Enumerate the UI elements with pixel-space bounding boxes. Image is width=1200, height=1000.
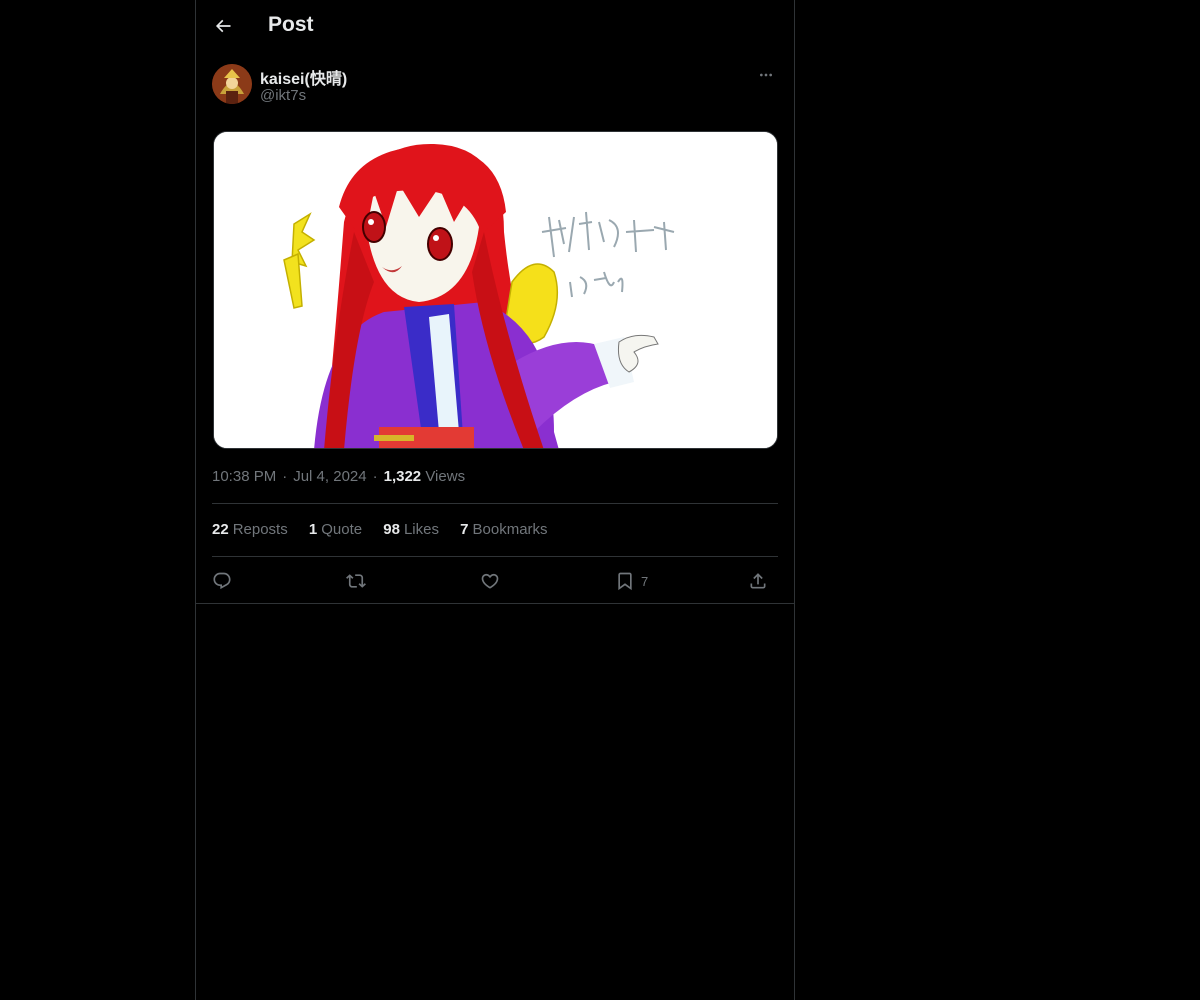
author-name[interactable]: kaisei(快晴) [260, 65, 347, 89]
divider [196, 603, 794, 604]
page-title: Post [268, 13, 314, 36]
quotes-label: Quote [321, 521, 363, 538]
back-button[interactable] [208, 11, 238, 41]
reposts-label: Reposts [232, 521, 288, 538]
bookmarks-stat[interactable]: 7 Bookmarks [460, 521, 547, 538]
author-handle[interactable]: @ikt7s [260, 87, 306, 104]
bookmark-button[interactable]: 7 [615, 566, 648, 596]
more-icon [760, 73, 772, 77]
bookmark-count: 7 [641, 573, 649, 589]
divider [212, 556, 778, 557]
views-label: Views [425, 468, 466, 485]
post-column: Post kaisei(快晴) @ikt7s 10:38 PM · Jul 4,… [195, 0, 795, 1000]
back-arrow-icon [215, 19, 231, 33]
post-image[interactable] [213, 131, 778, 449]
divider [212, 503, 778, 504]
illustration [214, 132, 777, 448]
quotes-count: 1 [308, 521, 318, 538]
post-stats: 22 Reposts 1 Quote 98 Likes 7 Bookmarks [212, 521, 565, 538]
separator: · [372, 468, 378, 485]
quotes-stat[interactable]: 1 Quote [309, 521, 362, 538]
bookmarks-count: 7 [460, 521, 469, 538]
separator: · [282, 468, 288, 485]
likes-label: Likes [403, 521, 439, 538]
share-icon [750, 573, 766, 589]
bookmarks-label: Bookmarks [472, 521, 548, 538]
likes-stat[interactable]: 98 Likes [383, 521, 439, 538]
header: Post [196, 0, 794, 53]
post-author: kaisei(快晴) @ikt7s [212, 64, 778, 108]
repost-icon [346, 574, 366, 588]
like-button[interactable] [480, 566, 500, 596]
reply-icon [213, 572, 231, 590]
action-bar: 7 [212, 566, 778, 598]
like-icon [481, 573, 499, 589]
avatar[interactable] [212, 64, 252, 104]
share-button[interactable] [748, 566, 768, 596]
bookmark-icon [618, 572, 632, 591]
repost-button[interactable] [346, 566, 366, 596]
post-meta: 10:38 PM · Jul 4, 2024 · 1,322 Views [212, 468, 465, 485]
reply-button[interactable] [212, 566, 232, 596]
more-options-button[interactable] [754, 64, 778, 86]
reposts-stat[interactable]: 22 Reposts [212, 521, 288, 538]
reposts-count: 22 [212, 521, 229, 538]
likes-count: 98 [383, 521, 400, 538]
post-time[interactable]: 10:38 PM [212, 468, 276, 485]
views-count: 1,322 [383, 468, 422, 485]
post-date[interactable]: Jul 4, 2024 [293, 468, 366, 485]
